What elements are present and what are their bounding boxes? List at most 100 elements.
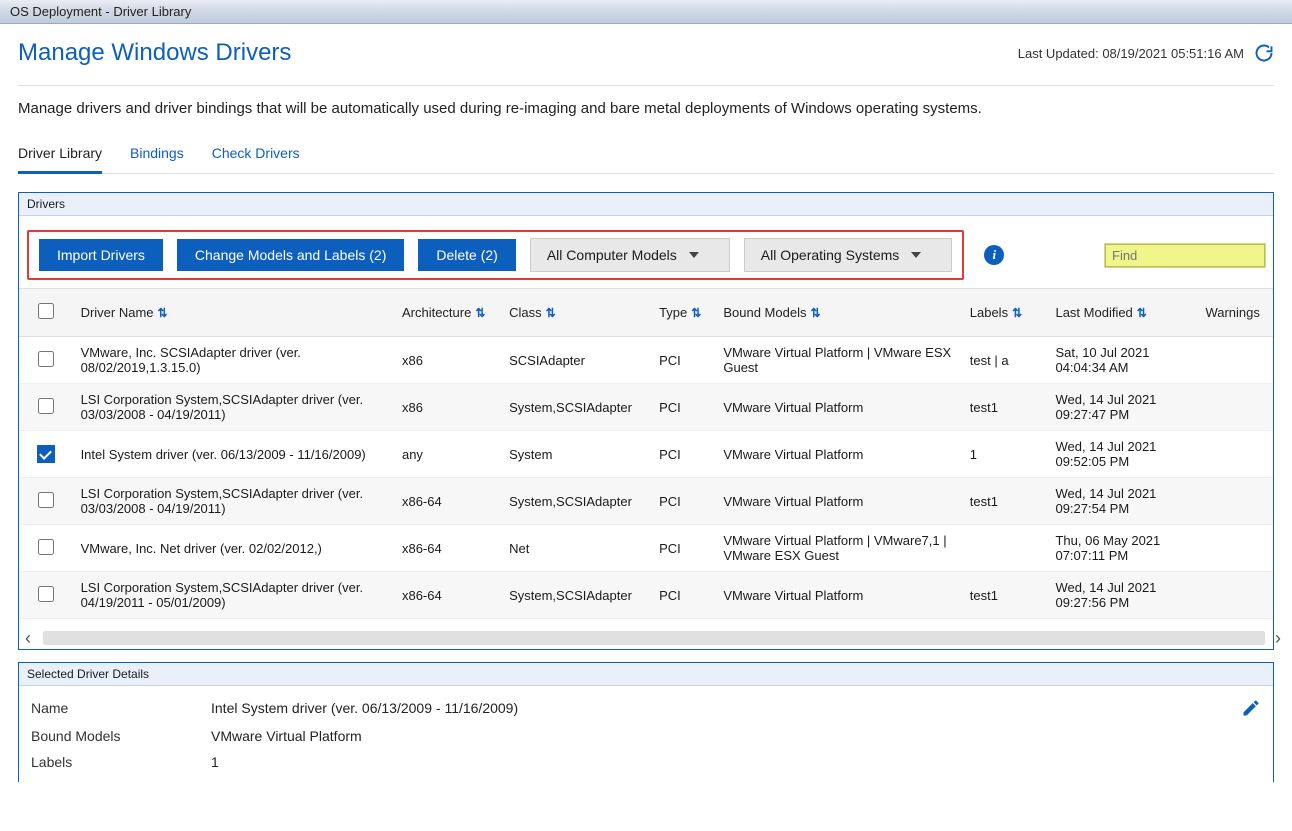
table-row[interactable]: LSI Corporation System,SCSIAdapter drive…	[19, 384, 1273, 431]
table-row[interactable]: VMware, Inc. Net driver (ver. 02/02/2012…	[19, 525, 1273, 572]
cell-models: VMware Virtual Platform	[715, 619, 961, 630]
cell-name: VMware MEDIA driver (ver. 04/21/2009,5.1…	[73, 619, 394, 630]
tabs: Driver Library Bindings Check Drivers	[18, 139, 1274, 174]
row-checkbox[interactable]	[38, 351, 54, 367]
table-row[interactable]: LSI Corporation System,SCSIAdapter drive…	[19, 478, 1273, 525]
cell-class: System	[501, 431, 651, 478]
cell-models: VMware Virtual Platform | VMware ESX Gue…	[715, 337, 961, 384]
tab-check-drivers[interactable]: Check Drivers	[212, 139, 300, 173]
tab-bindings[interactable]: Bindings	[130, 139, 184, 173]
details-header: Selected Driver Details	[19, 663, 1273, 686]
row-checkbox[interactable]	[38, 539, 54, 555]
row-checkbox[interactable]	[38, 492, 54, 508]
cell-models: VMware Virtual Platform	[715, 431, 961, 478]
cell-warnings	[1197, 525, 1273, 572]
cell-arch: x86	[394, 384, 501, 431]
cell-name: VMware, Inc. SCSIAdapter driver (ver. 08…	[73, 337, 394, 384]
cell-modified: Wed, 14 Jul 2021 09:27:47 PM	[1047, 384, 1197, 431]
chevron-down-icon	[689, 252, 699, 258]
sort-icon: ⇅	[158, 306, 168, 320]
computer-models-dropdown[interactable]: All Computer Models	[530, 238, 730, 272]
cell-class: Net	[501, 525, 651, 572]
cell-labels: test | a	[962, 337, 1048, 384]
page-title: Manage Windows Drivers	[18, 39, 291, 67]
delete-button[interactable]: Delete (2)	[418, 239, 515, 271]
cell-type: PCI	[651, 384, 715, 431]
cell-class: System,SCSIAdapter	[501, 478, 651, 525]
scroll-right-icon[interactable]: ›	[1275, 628, 1281, 649]
cell-type: PCI	[651, 431, 715, 478]
cell-arch: x86-64	[394, 478, 501, 525]
col-last-modified[interactable]: Last Modified⇅	[1047, 289, 1197, 337]
detail-bound-models: Bound Models VMware Virtual Platform	[31, 728, 1261, 744]
table-row[interactable]: LSI Corporation System,SCSIAdapter drive…	[19, 572, 1273, 619]
sort-icon: ⇅	[1137, 306, 1147, 320]
last-updated: Last Updated: 08/19/2021 05:51:16 AM	[1018, 43, 1274, 63]
col-architecture[interactable]: Architecture⇅	[394, 289, 501, 337]
operating-systems-dropdown[interactable]: All Operating Systems	[744, 238, 953, 272]
cell-class: System,SCSIAdapter	[501, 384, 651, 431]
select-all-checkbox[interactable]	[38, 303, 54, 319]
row-checkbox[interactable]	[38, 586, 54, 602]
details-panel: Selected Driver Details Name Intel Syste…	[18, 662, 1274, 782]
cell-arch: x86-64	[394, 572, 501, 619]
search-input[interactable]	[1105, 244, 1265, 267]
cell-name: LSI Corporation System,SCSIAdapter drive…	[73, 384, 394, 431]
tab-driver-library[interactable]: Driver Library	[18, 139, 102, 174]
drivers-table: Driver Name⇅ Architecture⇅ Class⇅ Type⇅ …	[19, 289, 1273, 629]
sort-icon: ⇅	[810, 306, 820, 320]
window-title: OS Deployment - Driver Library	[10, 4, 191, 19]
col-driver-name[interactable]: Driver Name⇅	[73, 289, 394, 337]
row-checkbox[interactable]	[37, 445, 55, 463]
detail-labels: Labels 1	[31, 754, 1261, 770]
cell-type: PCI	[651, 572, 715, 619]
col-class[interactable]: Class⇅	[501, 289, 651, 337]
drivers-table-wrap[interactable]: Driver Name⇅ Architecture⇅ Class⇅ Type⇅ …	[19, 289, 1273, 629]
detail-name: Name Intel System driver (ver. 06/13/200…	[31, 698, 1261, 718]
toolbar-highlight: Import Drivers Change Models and Labels …	[27, 230, 964, 280]
cell-type: PCI	[651, 478, 715, 525]
cell-name: VMware, Inc. Net driver (ver. 02/02/2012…	[73, 525, 394, 572]
page-content: Manage Windows Drivers Last Updated: 08/…	[0, 24, 1292, 809]
table-row[interactable]: Intel System driver (ver. 06/13/2009 - 1…	[19, 431, 1273, 478]
cell-name: Intel System driver (ver. 06/13/2009 - 1…	[73, 431, 394, 478]
cell-modified: Sat, 10 Jul 2021 04:04:34 AM	[1047, 337, 1197, 384]
horizontal-scrollbar[interactable]: ‹ ›	[43, 631, 1265, 645]
cell-arch: x86	[394, 337, 501, 384]
cell-class: MEDIA	[501, 619, 651, 630]
cell-models: VMware Virtual Platform | VMware7,1 | VM…	[715, 525, 961, 572]
cell-arch: any	[394, 619, 501, 630]
cell-arch: any	[394, 431, 501, 478]
sort-icon: ⇅	[1012, 306, 1022, 320]
refresh-icon[interactable]	[1254, 43, 1274, 63]
cell-models: VMware Virtual Platform	[715, 572, 961, 619]
cell-labels: test1	[962, 572, 1048, 619]
info-icon[interactable]: i	[984, 245, 1004, 265]
cell-models: VMware Virtual Platform	[715, 478, 961, 525]
col-bound-models[interactable]: Bound Models⇅	[715, 289, 961, 337]
col-type[interactable]: Type⇅	[651, 289, 715, 337]
cell-warnings	[1197, 572, 1273, 619]
window-title-bar: OS Deployment - Driver Library	[0, 0, 1292, 24]
col-labels[interactable]: Labels⇅	[962, 289, 1048, 337]
cell-type: PCI	[651, 619, 715, 630]
row-checkbox[interactable]	[38, 398, 54, 414]
change-models-labels-button[interactable]: Change Models and Labels (2)	[177, 239, 404, 271]
separator	[18, 85, 1274, 86]
cell-labels	[962, 619, 1048, 630]
table-row[interactable]: VMware, Inc. SCSIAdapter driver (ver. 08…	[19, 337, 1273, 384]
cell-labels: 1	[962, 431, 1048, 478]
cell-modified: Wed, 14 Jul 2021 09:52:05 PM	[1047, 431, 1197, 478]
cell-labels: test1	[962, 384, 1048, 431]
col-warnings[interactable]: Warnings	[1197, 289, 1273, 337]
cell-warnings	[1197, 478, 1273, 525]
cell-warnings	[1197, 384, 1273, 431]
page-header: Manage Windows Drivers Last Updated: 08/…	[18, 39, 1274, 67]
table-row[interactable]: VMware MEDIA driver (ver. 04/21/2009,5.1…	[19, 619, 1273, 630]
cell-labels: test1	[962, 478, 1048, 525]
page-description: Manage drivers and driver bindings that …	[18, 100, 1274, 117]
edit-icon[interactable]	[1241, 698, 1261, 718]
import-drivers-button[interactable]: Import Drivers	[39, 239, 163, 271]
cell-modified: Wed, 14 Jul 2021 09:27:54 PM	[1047, 478, 1197, 525]
scroll-left-icon[interactable]: ‹	[25, 628, 31, 649]
